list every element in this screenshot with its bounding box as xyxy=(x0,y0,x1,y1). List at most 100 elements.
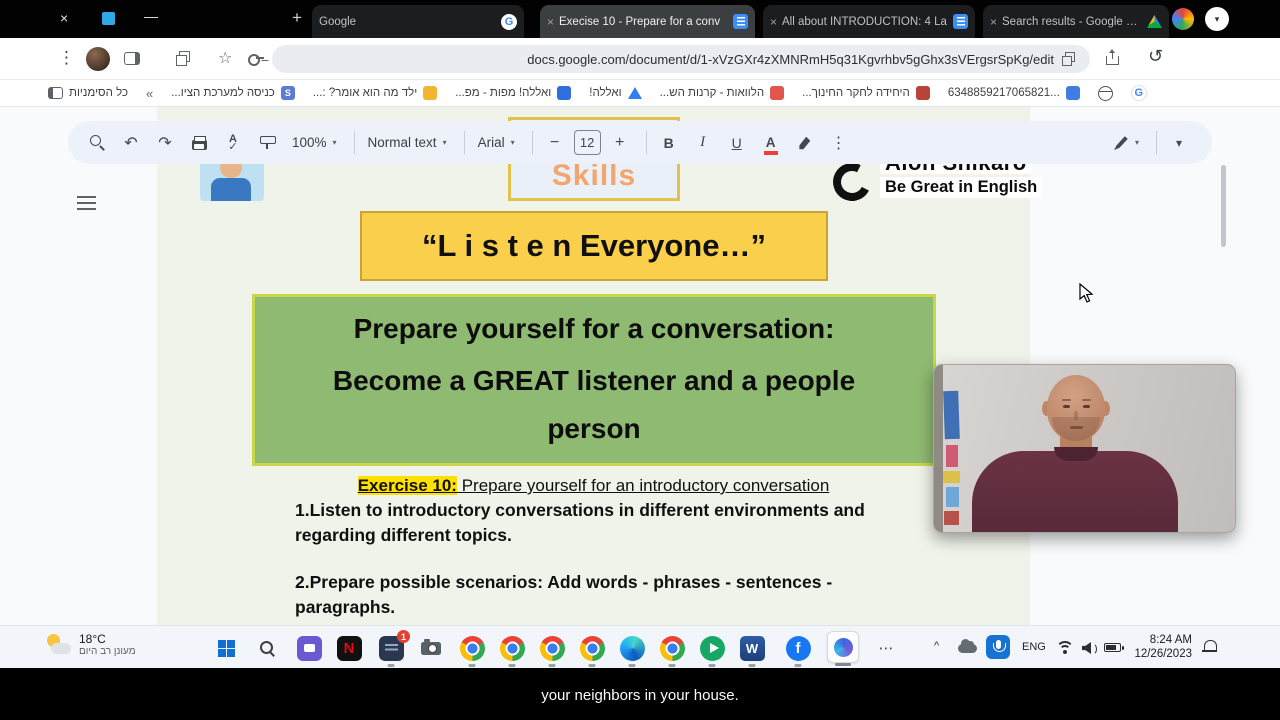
profile-photo-avatar[interactable] xyxy=(86,47,110,71)
editing-mode-select[interactable]: ▾ xyxy=(1108,135,1145,150)
bookmark-item[interactable] xyxy=(1097,85,1113,101)
green-box-line2: Become a GREAT listener and a people per… xyxy=(332,365,856,444)
tab-exercise-10-active[interactable]: × Execise 10 - Prepare for a conv xyxy=(540,5,755,38)
app-recorder-active[interactable] xyxy=(827,631,859,663)
paragraph-1[interactable]: 1.Listen to introductory conversations i… xyxy=(295,498,913,548)
undo-icon[interactable]: ↶ xyxy=(116,128,146,158)
notifications-bell-icon[interactable] xyxy=(1202,640,1217,655)
highlight-color-icon[interactable] xyxy=(790,128,820,158)
paragraph-style-select[interactable]: Normal text ▾ xyxy=(362,135,453,150)
site-permissions-icon[interactable] xyxy=(1062,52,1075,66)
tab-close-icon[interactable]: × xyxy=(770,15,777,29)
zoom-select[interactable]: 100% ▾ xyxy=(286,135,343,150)
tab-title: Google xyxy=(319,15,357,28)
green-title-box[interactable]: Prepare yourself for a conversation: Bec… xyxy=(252,294,936,466)
bookmark-item[interactable]: היחידה לחקר החינוך... xyxy=(802,86,930,100)
all-bookmarks-button[interactable]: כל הסימניות xyxy=(48,87,128,99)
exercise-heading[interactable]: Exercise 10: Prepare yourself for an int… xyxy=(157,476,1030,496)
start-button[interactable] xyxy=(212,634,240,662)
url-text: docs.google.com/document/d/1-xVzGXr4zXMN… xyxy=(527,51,1054,67)
taskbar-search-button[interactable] xyxy=(253,634,281,662)
bookmark-item[interactable]: ואללה! xyxy=(589,87,642,99)
battery-icon[interactable] xyxy=(1104,643,1124,652)
app-netflix[interactable]: N xyxy=(335,634,363,662)
tab-search-chevron-icon[interactable]: ▾ xyxy=(1205,7,1229,31)
app-purple-chat[interactable] xyxy=(295,634,323,662)
underline-button[interactable]: U xyxy=(722,128,752,158)
bold-button[interactable]: B xyxy=(654,128,684,158)
app-chrome-3[interactable] xyxy=(538,634,566,662)
scrollbar-thumb[interactable] xyxy=(1221,165,1226,247)
font-size-increase-button[interactable]: + xyxy=(605,128,635,158)
clock-time: 8:24 AM xyxy=(1149,634,1192,646)
bookmarks-overflow-chevron[interactable]: « xyxy=(146,86,153,101)
weather-widget[interactable]: 18°C מעונן רב היום xyxy=(46,632,136,657)
share-icon[interactable] xyxy=(1106,49,1119,65)
bookmark-item[interactable]: כניסה למערכת הציו... S xyxy=(171,86,295,100)
clock-date: 12/26/2023 xyxy=(1134,647,1192,660)
paint-format-icon[interactable] xyxy=(252,128,282,158)
italic-button[interactable]: I xyxy=(688,128,718,158)
url-address-field[interactable]: docs.google.com/document/d/1-xVzGXr4zXMN… xyxy=(272,45,1090,73)
wifi-icon[interactable] xyxy=(1056,641,1074,654)
profile-avatar-icon[interactable] xyxy=(1172,8,1194,30)
bookmark-item[interactable]: ילד מה הוא אומר? :... xyxy=(313,86,438,100)
window-close-button[interactable]: × xyxy=(60,10,68,26)
listen-banner-box[interactable]: “L i s t e n Everyone…” xyxy=(360,211,828,281)
document-outline-icon[interactable] xyxy=(77,196,96,210)
collapse-toolbar-chevron[interactable]: ▾ xyxy=(1164,128,1194,158)
password-key-icon[interactable] xyxy=(248,54,265,66)
tab-close-icon[interactable]: × xyxy=(990,15,997,29)
side-panel-icon[interactable] xyxy=(124,52,140,65)
app-chrome-2[interactable] xyxy=(498,634,526,662)
tab-close-icon[interactable]: × xyxy=(547,15,554,29)
app-word[interactable]: W xyxy=(738,634,766,662)
tab-drive-search[interactable]: × Search results - Google Drive xyxy=(983,5,1169,38)
microphone-active-icon[interactable] xyxy=(986,635,1010,659)
tab-google[interactable]: Google G xyxy=(312,5,524,38)
font-size-decrease-button[interactable]: − xyxy=(540,128,570,158)
spellcheck-icon[interactable]: A ✓ xyxy=(218,128,248,158)
tray-show-hidden-icons[interactable]: ^ xyxy=(934,640,939,652)
redo-icon: ↷ xyxy=(158,134,172,152)
app-chrome-1[interactable] xyxy=(458,634,486,662)
brand-block: Alon Shikaro Be Great in English xyxy=(880,159,1043,198)
docs-search-icon[interactable] xyxy=(82,128,112,158)
paragraph-2[interactable]: 2.Prepare possible scenarios: Add words … xyxy=(295,570,913,620)
bookmark-star-icon[interactable]: ☆ xyxy=(218,48,232,68)
netflix-icon: N xyxy=(336,635,362,661)
bookmark-item[interactable]: ואללה! מפות - מפ... xyxy=(455,86,572,100)
language-indicator[interactable]: ENG xyxy=(1022,641,1046,653)
font-size-field[interactable]: 12 xyxy=(573,130,601,155)
reload-icon[interactable]: ↺ xyxy=(1148,46,1163,67)
app-mail-badged[interactable]: 1 xyxy=(377,630,410,662)
google-favicon: G xyxy=(501,13,517,30)
window-maximize-button[interactable] xyxy=(102,12,115,25)
tab-group-icon[interactable] xyxy=(176,51,190,66)
app-camtasia[interactable] xyxy=(698,634,726,662)
clock-widget[interactable]: 8:24 AM 12/26/2023 xyxy=(1126,634,1192,661)
bookmark-item[interactable]: G xyxy=(1130,85,1147,101)
app-chrome-5[interactable] xyxy=(658,634,686,662)
taskbar-overflow-button[interactable]: ⋯ xyxy=(872,634,900,662)
volume-icon[interactable] xyxy=(1082,642,1098,655)
font-select[interactable]: Arial ▾ xyxy=(472,135,521,150)
print-icon[interactable] xyxy=(184,128,214,158)
app-facebook[interactable]: f xyxy=(784,634,812,662)
app-camera[interactable] xyxy=(417,634,445,662)
tab-introduction[interactable]: × All about INTRODUCTION: 4 La xyxy=(763,5,975,38)
bookmark-favicon xyxy=(1065,86,1080,100)
person-torso xyxy=(972,447,1178,532)
app-chrome-4[interactable] xyxy=(578,634,606,662)
text-color-button[interactable]: A xyxy=(756,128,786,158)
onedrive-cloud-icon[interactable] xyxy=(958,639,977,653)
new-tab-button[interactable]: + xyxy=(292,8,302,28)
skills-text: Skills xyxy=(551,159,637,192)
bookmark-item[interactable]: 6348859217065821... xyxy=(948,86,1080,100)
bookmark-item[interactable]: הלוואות - קרנות הש... xyxy=(660,86,785,100)
listen-banner-text: “L i s t e n Everyone…” xyxy=(422,228,766,263)
app-edge[interactable] xyxy=(618,634,646,662)
window-minimize-button[interactable]: — xyxy=(144,8,158,24)
toolbar-more-icon[interactable]: ⋮ xyxy=(824,128,854,158)
browser-menu-icon[interactable]: ⋮ xyxy=(58,48,75,68)
